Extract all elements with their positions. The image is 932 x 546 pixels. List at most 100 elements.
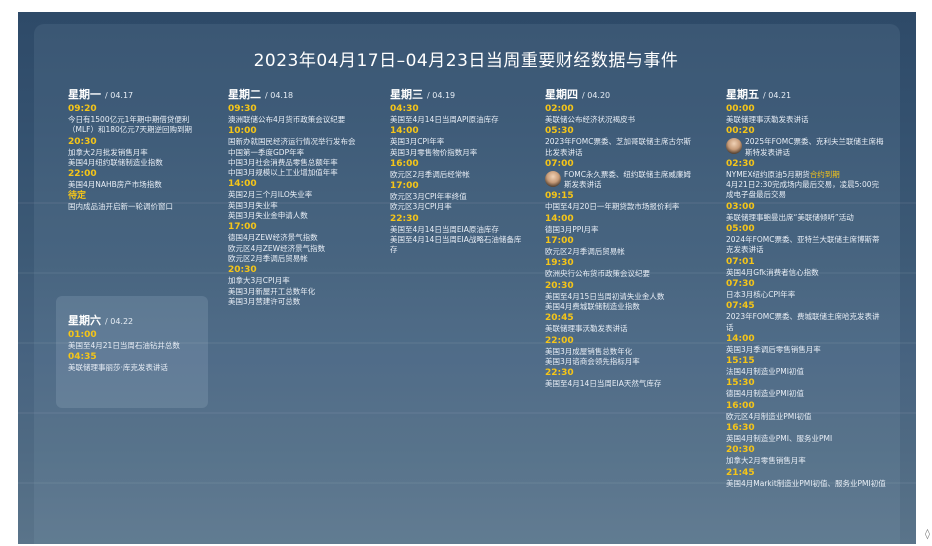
day-header: 星期六/ 04.22 — [68, 314, 134, 327]
event-time: 22:30 — [390, 213, 419, 224]
day-column-wednesday: 星期三/ 04.19 04:30 美国至4月14日当周API原油库存 14:00… — [390, 86, 528, 256]
day-column-tuesday: 星期二/ 04.18 09:30 澳洲联储公布4月货币政策会议纪要 10:00 … — [228, 86, 378, 307]
event-text: 2024年FOMC票委、亚特兰大联储主席博斯蒂克发表讲话 — [726, 235, 880, 255]
event-time: 14:00 — [726, 333, 755, 344]
event-text: 美联储理事沃勒发表讲话 — [726, 115, 809, 124]
event-time: 14:00 — [390, 126, 419, 137]
event-time: 02:00 — [545, 104, 574, 114]
event-time: 10:00 — [228, 126, 257, 137]
event-text: 欧元区2月季调后贸易帐 — [228, 253, 308, 263]
event-text: 加拿大2月批发销售月率 — [68, 147, 148, 157]
event-time: 17:00 — [228, 222, 257, 233]
event-time: 02:30 — [726, 158, 755, 169]
event-time: 05:00 — [726, 224, 755, 235]
event-time: 07:01 — [726, 256, 755, 267]
event-time: 15:30 — [726, 378, 755, 389]
event-text: 美国至4月14日当周EIA战略石油储备库存 — [390, 235, 522, 255]
day-column-friday: 星期五/ 04.21 00:00 美联储理事沃勒发表讲话 00:20 2025年… — [726, 86, 886, 489]
event-time: 14:00 — [545, 213, 574, 224]
event-text: 美国至4月15日当周初请失业金人数 — [545, 291, 665, 301]
day-header: 星期三/ 04.19 — [390, 88, 456, 101]
event-time: 待定 — [68, 191, 87, 202]
day-header: 星期一/ 04.17 — [68, 88, 134, 101]
event-text: 欧元区4月制造业PMI初值 — [726, 411, 812, 421]
event-text: 美国3月新屋开工总数年化 — [228, 286, 316, 296]
event-time: 19:30 — [545, 258, 574, 269]
event-time: 22:00 — [545, 335, 574, 346]
event-time: 22:30 — [545, 368, 574, 379]
event-text: 加拿大2月零售销售月率 — [726, 456, 806, 466]
event-text: 德国4月制造业PMI初值 — [726, 389, 804, 399]
day-column-monday: 星期一/ 04.17 09:20 今日有1500亿元1年期中期借贷便利（MLF）… — [68, 86, 208, 213]
event-time: 03:00 — [726, 201, 755, 212]
day-column-thursday: 星期四/ 04.20 02:00 美联储公布经济状况褐皮书 05:30 2023… — [545, 86, 697, 389]
event-text: 欧洲央行公布货币政策会议纪要 — [545, 269, 650, 279]
event-text: 国新办就国民经济运行情况举行发布会 — [228, 137, 356, 147]
event-text: 英国3月季调后零售销售月率 — [726, 344, 821, 354]
event-text: 欧元区2月季调后经常帐 — [390, 169, 470, 179]
event-text: 英国4月Gfk消费者信心指数 — [726, 267, 819, 277]
event-text: 欧元区3月CPI年率终值 — [390, 192, 467, 202]
event-text: 欧元区2月季调后贸易帐 — [545, 247, 625, 257]
event-text: 中国第一季度GDP年率 — [228, 147, 305, 157]
event-time: 09:30 — [228, 104, 257, 114]
page-title: 2023年04月17日–04月23日当周重要财经数据与事件 — [253, 51, 679, 71]
corner-mark: ◊ — [925, 529, 930, 540]
event-text: 美国至4月14日当周EIA天然气库存 — [545, 379, 662, 389]
highlighted-text: 合约到期 — [809, 169, 840, 179]
event-text: 今日有1500亿元1年期中期借贷便利（MLF）和180亿元7天期逆回购到期 — [68, 115, 193, 135]
event-text: 美国3月谘商会领先指标月率 — [545, 356, 640, 366]
event-text: 英国3月CPI年率 — [390, 137, 445, 147]
event-text: 德国4月ZEW经济景气指数 — [228, 233, 318, 243]
event-text: 美国4月费城联储制造业指数 — [545, 301, 640, 311]
day-header: 星期二/ 04.18 — [228, 88, 294, 101]
event-time: 04:30 — [390, 104, 419, 114]
event-time: 00:20 — [726, 126, 755, 137]
event-text: 美国4月Markit制造业PMI初值、服务业PMI初值 — [726, 478, 886, 488]
event-time: 17:00 — [390, 181, 419, 192]
event-text-part: NYMEX纽约原油5月期货合约到期 — [726, 169, 840, 179]
event-text: 美国至4月14日当周API原油库存 — [390, 115, 499, 124]
event-text: NYMEX纽约原油5月期货合约到期 — [726, 170, 886, 180]
event-text: 法国4月制造业PMI初值 — [726, 367, 804, 377]
event-text: 2025年FOMC票委、克利夫兰联储主席梅斯特发表讲话 — [745, 137, 884, 157]
event-text: 美国4月NAHB房产市场指数 — [68, 180, 162, 190]
event-time: 14:00 — [228, 179, 257, 190]
event-time: 07:45 — [726, 301, 755, 312]
event-text: 美国3月营建许可总数 — [228, 296, 301, 306]
day-header: 星期四/ 04.20 — [545, 88, 611, 101]
event-time: 00:00 — [726, 104, 755, 114]
event-text: 欧元区3月CPI月率 — [390, 202, 452, 212]
day-header: 星期五/ 04.21 — [726, 88, 792, 101]
event-text: 美国3月成屋销售总数年化 — [545, 346, 633, 356]
event-text: 美联储理事沃勒发表讲话 — [545, 324, 628, 334]
event-time: 20:45 — [545, 313, 574, 324]
event-text: 美国4月纽约联储制造业指数 — [68, 157, 163, 167]
event-text: 英国3月失业金申请人数 — [228, 211, 308, 221]
event-text: 国内成品油开启新一轮调价窗口 — [68, 202, 173, 212]
event-time: 05:30 — [545, 126, 574, 137]
event-text: 加拿大3月CPI月率 — [228, 276, 290, 286]
event-time: 07:30 — [726, 278, 755, 289]
event-time: 04:35 — [68, 352, 97, 363]
event-time: 20:30 — [726, 445, 755, 456]
event-text: 英国4月制造业PMI、服务业PMI — [726, 434, 833, 444]
event-time: 16:00 — [390, 158, 419, 169]
event-text: 中国至4月20日一年期贷款市场报价利率 — [545, 202, 680, 212]
event-time: 17:00 — [545, 236, 574, 247]
event-text: 中国3月社会消费品零售总额年率 — [228, 157, 338, 167]
event-text: 美联储理事鲍曼出席“美联储倾听”活动 — [726, 212, 854, 222]
event-time: 21:45 — [726, 467, 755, 478]
event-time: 01:00 — [68, 330, 97, 340]
event-text: 日本3月核心CPI年率 — [726, 289, 796, 299]
event-text: 英国2月三个月ILO失业率 — [228, 190, 313, 200]
day-column-saturday: 星期六/ 04.22 01:00 美国至4月21日当周石油钻井总数 04:35 … — [68, 312, 204, 374]
event-text: 2023年FOMC票委、费城联储主席哈克发表讲话 — [726, 312, 880, 332]
event-text: 欧元区4月ZEW经济景气指数 — [228, 243, 326, 253]
event-time: 20:30 — [68, 136, 97, 147]
event-time: 16:30 — [726, 423, 755, 434]
event-time: 20:30 — [545, 280, 574, 291]
event-text: 美国至4月21日当周石油钻井总数 — [68, 341, 180, 350]
event-time: 07:00 — [545, 158, 574, 169]
speaker-row: 2025年FOMC票委、克利夫兰联储主席梅斯特发表讲话 — [726, 137, 886, 158]
